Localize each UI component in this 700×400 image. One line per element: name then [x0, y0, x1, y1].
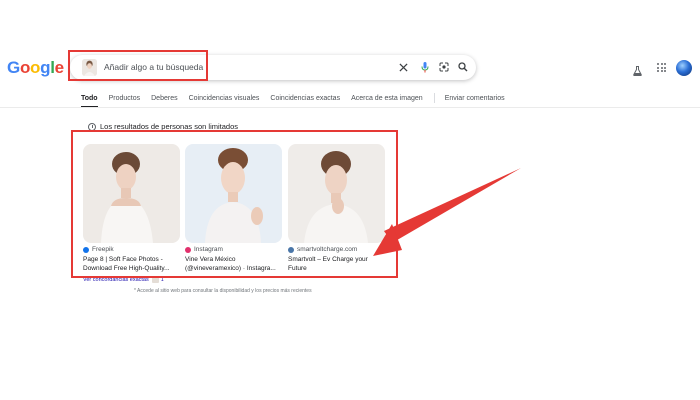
- annotation-arrow: [373, 168, 521, 256]
